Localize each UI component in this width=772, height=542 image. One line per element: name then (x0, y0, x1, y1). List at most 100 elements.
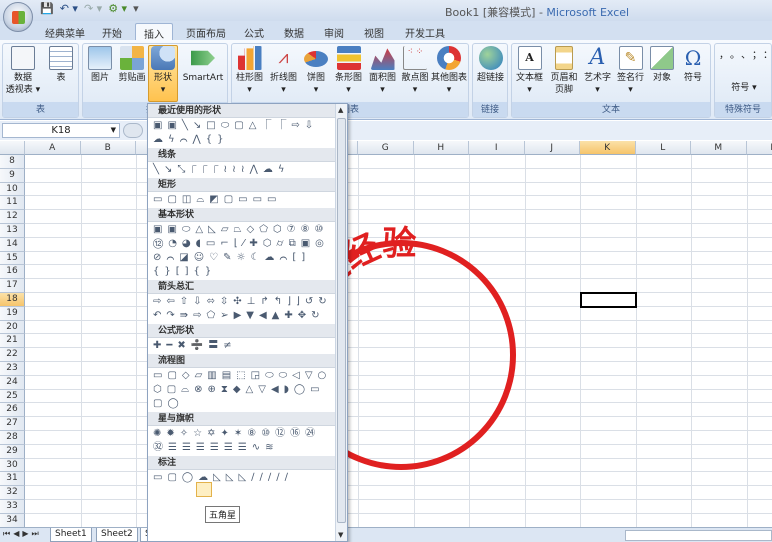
row-header-9[interactable]: 9 (0, 168, 25, 183)
pie-chart-button[interactable]: 饼图 ▾ (301, 46, 331, 96)
table-button[interactable]: 表 (45, 46, 77, 84)
row-header-20[interactable]: 20 (0, 320, 25, 335)
scroll-thumb[interactable] (337, 118, 346, 523)
formula-resize-handle[interactable] (123, 123, 143, 138)
column-header-I[interactable]: I (469, 141, 525, 155)
row-header-14[interactable]: 14 (0, 237, 25, 252)
smartart-button[interactable]: SmartArt (181, 46, 225, 84)
shape-gallery[interactable]: ✚━✖➗〓≠ (148, 338, 335, 354)
selected-cell[interactable] (580, 292, 637, 308)
area-chart-button[interactable]: 面积图 ▾ (366, 46, 399, 96)
tab-home[interactable]: 开始 (94, 23, 130, 41)
pivot-table-button[interactable]: 数据 透视表 ▾ (5, 46, 41, 96)
tab-page-layout[interactable]: 页面布局 (178, 23, 234, 41)
column-chart-button[interactable]: 柱形图 ▾ (233, 46, 266, 96)
object-button[interactable]: 对象 (647, 46, 677, 84)
tab-formulas[interactable]: 公式 (236, 23, 272, 41)
shapes-button[interactable]: 形状 ▾ (148, 45, 178, 102)
row-header-24[interactable]: 24 (0, 375, 25, 390)
row-header-33[interactable]: 33 (0, 500, 25, 514)
row-header-30[interactable]: 30 (0, 458, 25, 473)
row-header-34[interactable]: 34 (0, 513, 25, 527)
scatter-chart-button[interactable]: ⁖ ⁘ 散点图 ▾ (400, 46, 430, 96)
row-header-18[interactable]: 18 (0, 293, 25, 307)
shape-gallery[interactable]: ⇨⇦⇧⇩⬄⇳✣⊥↱↰⌋⌋↺↻↶↷⇛⇨⬠➢▶▼◀▲✚✥↻ (148, 294, 335, 324)
picture-button[interactable]: 图片 (85, 46, 115, 84)
row-header-10[interactable]: 10 (0, 182, 25, 197)
undo-icon[interactable]: ↶ ▾ (60, 2, 78, 15)
scroll-up-icon[interactable]: ▲ (338, 106, 343, 114)
redo-icon[interactable]: ↷ ▾ (84, 2, 102, 15)
wordart-label: 艺术字 ▾ (583, 73, 611, 95)
office-button[interactable] (3, 2, 33, 32)
row-header-21[interactable]: 21 (0, 334, 25, 349)
row-header-19[interactable]: 19 (0, 306, 25, 321)
horizontal-scrollbar[interactable] (625, 530, 772, 541)
column-header-A[interactable]: A (25, 141, 81, 155)
symbol-button[interactable]: Ω 符号 (678, 46, 708, 84)
scroll-down-icon[interactable]: ▼ (338, 531, 343, 539)
shape-gallery[interactable]: ▭▢◫⌓◩▢▭▭▭ (148, 192, 335, 208)
tab-view[interactable]: 视图 (356, 23, 392, 41)
save-icon[interactable]: 💾 (40, 2, 54, 15)
column-header-L[interactable]: L (635, 141, 691, 155)
panel-scrollbar[interactable]: ▲ ▼ (335, 104, 347, 541)
row-header-8[interactable]: 8 (0, 155, 25, 169)
name-box[interactable]: K18 ▼ (2, 123, 120, 138)
row-header-22[interactable]: 22 (0, 348, 25, 362)
symbol-gallery[interactable]: ，。、；：？ (719, 50, 772, 62)
tab-developer[interactable]: 开发工具 (400, 23, 450, 41)
tab-review[interactable]: 审阅 (316, 23, 352, 41)
tab-classic-menu[interactable]: 经典菜单 (40, 23, 90, 41)
sheet-tab-sheet1[interactable]: Sheet1 (50, 528, 92, 542)
column-header-N[interactable]: N (746, 141, 772, 155)
row-header-25[interactable]: 25 (0, 389, 25, 404)
customize-qat-icon[interactable]: ▾ (133, 2, 139, 15)
column-header-J[interactable]: J (524, 141, 580, 155)
row-header-29[interactable]: 29 (0, 444, 25, 459)
shape-gallery[interactable]: ▭▢◯☁◺◺◺∕∕∕∕∕ (148, 470, 335, 486)
shape-gallery[interactable]: ✺✹✧☆✡✦✶⑧⑩⑫⑯㉔㉜☰☰☰☰☰☰∿≋ (148, 426, 335, 456)
chevron-down-icon[interactable]: ▼ (111, 124, 116, 137)
row-header-26[interactable]: 26 (0, 403, 25, 418)
row-header-23[interactable]: 23 (0, 362, 25, 376)
row-header-27[interactable]: 27 (0, 417, 25, 431)
shape-gallery[interactable]: ╲↘⤡⎾⎾⎾≀≀≀⋀☁ϟ (148, 162, 335, 178)
shape-gallery[interactable]: ▣▣⬭△◺▱⏢◇⬠⬡⑦⑧⑩⑫◔◕◖▭⌐⌊⁄✚⬡⌭⧉▣◎⊘⌒◪☺♡✎☼☾☁⌒[]{… (148, 222, 335, 280)
shapes-dropdown-panel: 最近使用的形状 ▣▣╲↘□⬭▢△⎾⎾⇨⇩☁ϟ⌒⋀{} 线条 ╲↘⤡⎾⎾⎾≀≀≀⋀☁ϟ 矩… (147, 103, 348, 542)
shape-gallery[interactable]: ▣▣╲↘□⬭▢△⎾⎾⇨⇩☁ϟ⌒⋀{} (148, 118, 335, 148)
row-header-13[interactable]: 13 (0, 224, 25, 238)
other-charts-button[interactable]: 其他图表 ▾ (430, 46, 468, 96)
custom-macro-icon[interactable]: ⚙ ▾ (108, 2, 127, 15)
worksheet-grid[interactable]: ABCDEFGHIJKLMN89101112131415161718192021… (0, 141, 772, 527)
row-header-17[interactable]: 17 (0, 279, 25, 293)
clip-art-button[interactable]: 剪贴画 (117, 46, 147, 84)
column-header-B[interactable]: B (80, 141, 136, 155)
column-header-K[interactable]: K (580, 141, 636, 155)
hyperlink-button[interactable]: 超链接 (474, 46, 507, 84)
bar-chart-button[interactable]: 条形图 ▾ (332, 46, 365, 96)
column-header-G[interactable]: G (358, 141, 414, 155)
row-header-16[interactable]: 16 (0, 265, 25, 280)
column-header-H[interactable]: H (413, 141, 469, 155)
signature-line-button[interactable]: ✎ 签名行 ▾ (614, 46, 647, 96)
text-box-button[interactable]: A 文本框 ▾ (513, 46, 546, 96)
row-header-11[interactable]: 11 (0, 196, 25, 211)
row-header-31[interactable]: 31 (0, 472, 25, 487)
row-header-15[interactable]: 15 (0, 251, 25, 266)
special-symbol-button[interactable]: 符号 ▾ (719, 82, 769, 94)
row-header-32[interactable]: 32 (0, 486, 25, 500)
grid-line (25, 181, 772, 183)
header-footer-button[interactable]: 页眉和 页脚 (548, 46, 580, 96)
row-header-28[interactable]: 28 (0, 431, 25, 445)
shape-gallery[interactable]: ▭▢◇▱▥▤⬚◲⬭⬭◁▽○⬡▢⌓⊗⊕⧗◆△▽◀◗◯▭▢◯ (148, 368, 335, 412)
sheet-navigation-buttons[interactable]: ⏮◀▶⏭ (3, 529, 42, 539)
row-header-12[interactable]: 12 (0, 210, 25, 224)
sheet-tab-sheet2[interactable]: Sheet2 (96, 528, 138, 542)
line-chart-button[interactable]: ⩘ 折线图 ▾ (267, 46, 300, 96)
tab-insert[interactable]: 插入 (135, 23, 173, 41)
column-header-M[interactable]: M (691, 141, 747, 155)
wordart-button[interactable]: A 艺术字 ▾ (581, 46, 614, 96)
tab-data[interactable]: 数据 (276, 23, 312, 41)
select-all-corner[interactable] (0, 141, 25, 155)
